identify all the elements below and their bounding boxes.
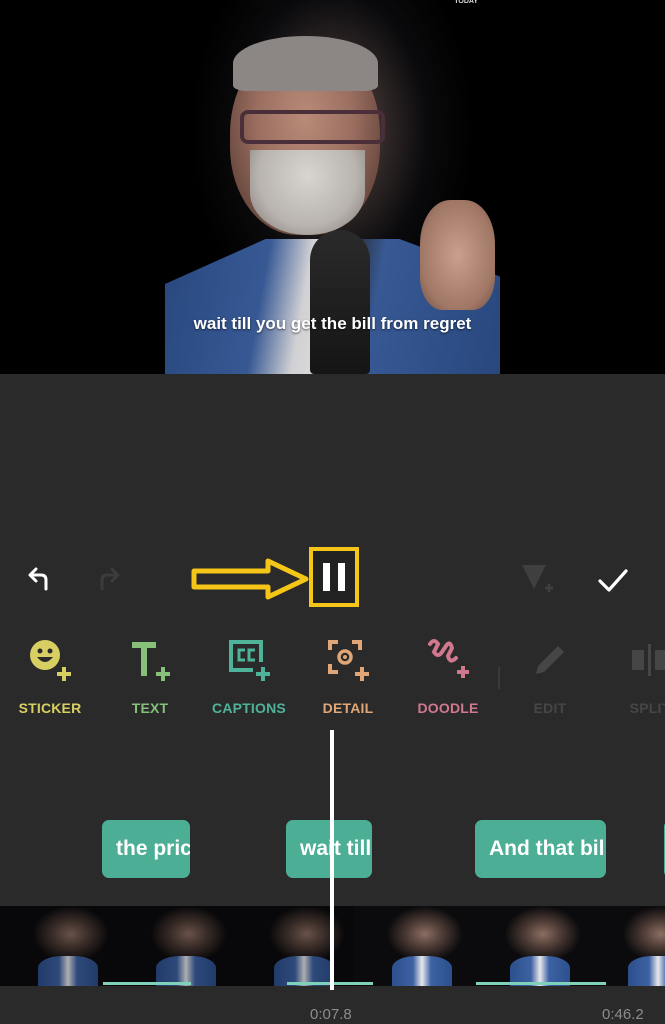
add-keyframe-icon [522, 565, 553, 592]
tool-label: DOODLE [417, 700, 479, 716]
tool-label: SPLIT [629, 700, 665, 716]
tool-label: EDIT [533, 700, 567, 716]
add-keyframe-button[interactable] [516, 559, 556, 599]
caption-range-marker [103, 982, 191, 985]
confirm-button[interactable] [594, 561, 632, 599]
video-frame[interactable]: TODAY wait till you get the bill from re… [165, 0, 500, 374]
filmstrip-frame [0, 906, 118, 986]
checkmark-icon [598, 569, 628, 592]
speaker-beard [250, 150, 365, 235]
playhead[interactable] [330, 730, 334, 990]
caption-chip[interactable]: And that bil [475, 820, 606, 878]
tool-sticker[interactable]: STICKER [0, 635, 100, 716]
tool-bar: STICKER TEXT CAPTIONS DETAIL DOODLE EDIT… [0, 625, 665, 725]
pause-icon [323, 563, 330, 591]
captions-add-icon [229, 640, 270, 681]
tool-label: CAPTIONS [212, 700, 286, 716]
subtitle-overlay[interactable]: wait till you get the bill from regret [165, 314, 500, 334]
pencil-icon [536, 646, 564, 674]
redo-arrow-icon [100, 567, 120, 591]
playback-controls [0, 545, 665, 615]
annotation-arrow-icon [191, 558, 309, 600]
tool-label: DETAIL [322, 700, 374, 716]
tool-text[interactable]: TEXT [100, 635, 200, 716]
total-duration: 0:46.2 [602, 1006, 644, 1023]
filmstrip-frame [118, 906, 236, 986]
tool-edit: EDIT [500, 635, 600, 716]
text-add-icon [132, 642, 170, 681]
filmstrip-frame [472, 906, 590, 986]
tool-doodle[interactable]: DOODLE [398, 635, 498, 716]
pause-button[interactable] [309, 547, 359, 607]
microphone [310, 230, 370, 374]
caption-range-marker [476, 982, 606, 985]
speaker-hair [233, 36, 378, 91]
filmstrip-frame [590, 906, 665, 986]
tool-detail[interactable]: DETAIL [298, 635, 398, 716]
undo-arrow-icon [28, 567, 48, 591]
watermark: TODAY [454, 0, 478, 5]
caption-chip[interactable]: the pric [102, 820, 190, 878]
undo-button[interactable] [22, 561, 58, 597]
tool-split: SPLIT [600, 635, 665, 716]
toolbar-divider [498, 667, 500, 689]
tool-label: TEXT [131, 700, 169, 716]
pause-icon-bar [338, 563, 345, 591]
tool-captions[interactable]: CAPTIONS [199, 635, 299, 716]
filmstrip-frame [354, 906, 472, 986]
video-preview[interactable]: TODAY wait till you get the bill from re… [0, 0, 665, 374]
redo-button[interactable] [90, 561, 126, 597]
doodle-add-icon [428, 639, 469, 678]
caption-chip[interactable]: wait till [286, 820, 372, 878]
speaker-glasses [240, 110, 385, 144]
filmstrip-frame [236, 906, 354, 986]
sticker-add-icon [30, 640, 71, 681]
speaker-hand [420, 200, 495, 310]
detail-add-icon [328, 640, 369, 681]
split-icon [632, 644, 665, 676]
tool-label: STICKER [18, 700, 82, 716]
current-time: 0:07.8 [310, 1006, 352, 1023]
